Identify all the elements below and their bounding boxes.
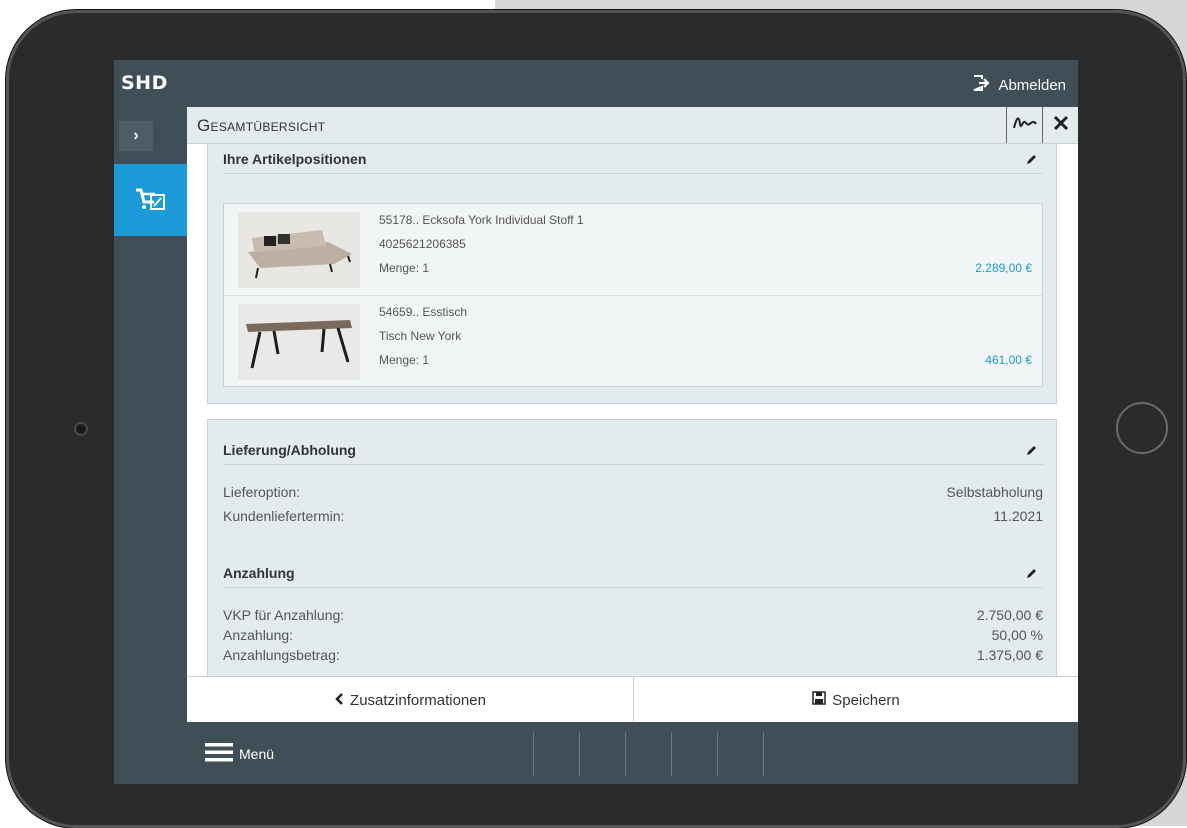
article-price: 461,00 € bbox=[985, 353, 1032, 367]
article-name: 55178.. Ecksofa York Individual Stoff 1 bbox=[379, 213, 584, 227]
row-value: 2.750,00 € bbox=[976, 607, 1043, 623]
articles-title: Ihre Artikelpositionen bbox=[223, 151, 367, 167]
logout-button[interactable]: Abmelden bbox=[972, 74, 1066, 96]
delivery-date-row: Kundenliefertermin: 11.2021 bbox=[223, 508, 1043, 528]
deposit-amount-row: Anzahlungsbetrag: 1.375,00 € bbox=[223, 647, 1043, 667]
deposit-edit-button[interactable] bbox=[1025, 567, 1037, 585]
row-value: 11.2021 bbox=[993, 508, 1043, 524]
table-image bbox=[238, 304, 360, 380]
close-button[interactable] bbox=[1042, 107, 1078, 143]
article-list: 55178.. Ecksofa York Individual Stoff 1 … bbox=[223, 203, 1043, 387]
close-icon bbox=[1053, 115, 1069, 136]
article-description: Tisch New York bbox=[379, 329, 462, 343]
row-label: Anzahlung: bbox=[223, 627, 294, 643]
article-price: 2.289,00 € bbox=[975, 261, 1032, 275]
article-ean: 4025621206385 bbox=[379, 237, 466, 251]
delivery-deposit-panel: Lieferung/Abholung Lieferoption: Selbsta… bbox=[207, 419, 1057, 676]
camera-icon bbox=[74, 422, 88, 436]
deposit-title: Anzahlung bbox=[223, 565, 295, 581]
save-button[interactable]: Speichern bbox=[634, 677, 1078, 723]
sidebar: › bbox=[114, 107, 187, 784]
menu-label: Menü bbox=[239, 745, 275, 762]
sofa-image bbox=[238, 212, 360, 288]
articles-header: Ihre Artikelpositionen bbox=[223, 144, 1043, 174]
main-area: Gesamtübersicht Ihre Artikelpositionen 5… bbox=[187, 107, 1078, 784]
delivery-header: Lieferung/Abholung bbox=[223, 434, 1043, 465]
cart-edit-icon bbox=[134, 186, 168, 217]
delivery-title: Lieferung/Abholung bbox=[223, 442, 356, 458]
home-button[interactable] bbox=[1116, 402, 1168, 454]
deposit-price-row: VKP für Anzahlung: 2.750,00 € bbox=[223, 607, 1043, 627]
row-label: Anzahlungsbetrag: bbox=[223, 647, 340, 663]
app-screen: SHD Abmelden › Gesamtübersicht Ihre Arti… bbox=[114, 60, 1078, 784]
footer-divider bbox=[625, 732, 626, 776]
back-button[interactable]: Zusatzinformationen bbox=[187, 677, 634, 723]
save-label: Speichern bbox=[832, 691, 900, 709]
footer-divider bbox=[717, 732, 718, 776]
content-scroll-area[interactable]: Ihre Artikelpositionen 55178.. Ecksofa Y… bbox=[187, 144, 1078, 676]
title-actions bbox=[1006, 107, 1078, 143]
signature-button[interactable] bbox=[1006, 107, 1042, 143]
article-quantity: Menge: 1 bbox=[379, 353, 430, 367]
list-item[interactable]: 55178.. Ecksofa York Individual Stoff 1 … bbox=[224, 204, 1042, 294]
chevron-left-icon bbox=[334, 692, 344, 709]
row-label: Lieferoption: bbox=[223, 484, 301, 500]
list-item[interactable]: 54659.. Esstisch Tisch New York Menge: 1… bbox=[224, 295, 1042, 386]
signature-icon bbox=[1012, 114, 1038, 137]
footer-divider bbox=[533, 732, 534, 776]
footer-divider bbox=[763, 732, 764, 776]
pencil-icon bbox=[1025, 444, 1037, 461]
row-value: 50,00 % bbox=[991, 627, 1043, 643]
logout-icon bbox=[972, 74, 992, 96]
row-value: 1.375,00 € bbox=[976, 647, 1043, 663]
footer-bar: Menü bbox=[187, 722, 1078, 784]
deposit-header: Anzahlung bbox=[223, 557, 1043, 588]
top-bar: SHD Abmelden bbox=[114, 60, 1078, 107]
pencil-icon bbox=[1025, 153, 1037, 170]
article-quantity: Menge: 1 bbox=[379, 261, 430, 275]
article-name: 54659.. Esstisch bbox=[379, 305, 468, 319]
delivery-option-row: Lieferoption: Selbstabholung bbox=[223, 484, 1043, 504]
logout-label: Abmelden bbox=[998, 76, 1066, 94]
pencil-icon bbox=[1025, 567, 1037, 584]
back-label: Zusatzinformationen bbox=[350, 691, 486, 709]
footer-divider bbox=[671, 732, 672, 776]
row-value: Selbstabholung bbox=[946, 484, 1043, 500]
articles-panel: Ihre Artikelpositionen 55178.. Ecksofa Y… bbox=[207, 144, 1057, 404]
row-label: VKP für Anzahlung: bbox=[223, 607, 345, 623]
sidebar-item-cart[interactable] bbox=[114, 164, 187, 236]
hamburger-icon bbox=[205, 742, 233, 765]
sidebar-toggle-button[interactable]: › bbox=[119, 121, 153, 151]
title-bar: Gesamtübersicht bbox=[187, 107, 1078, 144]
deposit-percent-row: Anzahlung: 50,00 % bbox=[223, 627, 1043, 647]
row-label: Kundenliefertermin: bbox=[223, 508, 345, 524]
footer-divider bbox=[579, 732, 580, 776]
delivery-edit-button[interactable] bbox=[1025, 444, 1037, 462]
menu-button[interactable]: Menü bbox=[205, 742, 274, 765]
floppy-icon bbox=[812, 691, 826, 709]
action-bar: Zusatzinformationen Speichern bbox=[187, 676, 1078, 723]
app-logo: SHD bbox=[121, 72, 168, 94]
articles-edit-button[interactable] bbox=[1025, 153, 1037, 171]
page-title: Gesamtübersicht bbox=[197, 116, 326, 135]
